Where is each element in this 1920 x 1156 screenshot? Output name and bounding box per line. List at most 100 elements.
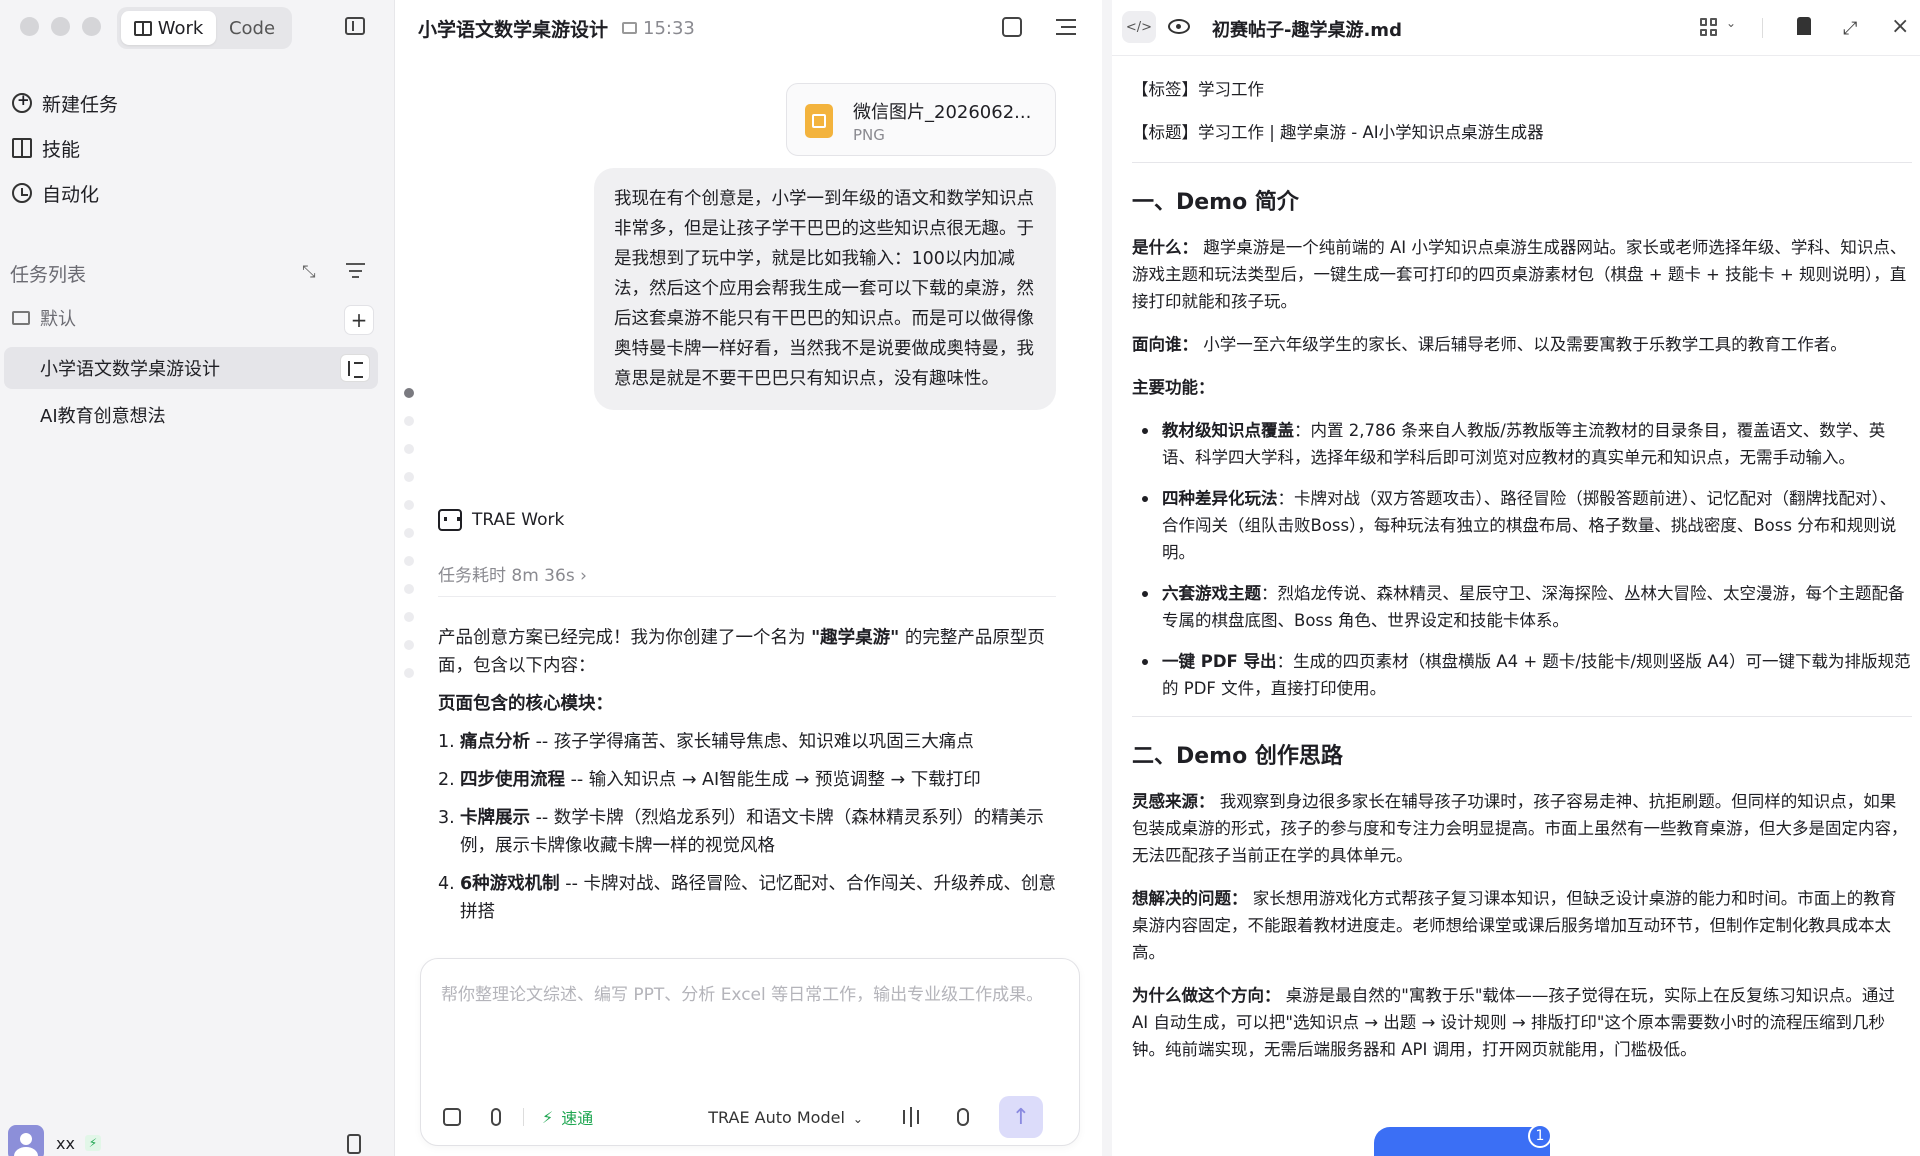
code-view-button[interactable]: </>: [1122, 11, 1156, 43]
slash-command-icon[interactable]: [443, 1108, 461, 1126]
chat-title: 小学语文数学桌游设计: [418, 18, 609, 41]
task-item[interactable]: AI教育创意想法: [4, 394, 378, 436]
sidebar: Work Code 新建任务 技能 自动化 任务列表 ⤡ 默认 + 小学语文数学…: [0, 0, 395, 1156]
filter-icon[interactable]: [346, 263, 365, 279]
user-profile[interactable]: xx ⚡: [8, 1125, 101, 1156]
divider: [438, 596, 1056, 597]
nav-new-task-label: 新建任务: [42, 93, 119, 116]
attachment-name: 微信图片_2026062...: [853, 102, 1032, 123]
timeline-dot[interactable]: [404, 472, 414, 482]
send-button[interactable]: ↑: [998, 1096, 1043, 1138]
timeline-dot[interactable]: [404, 444, 414, 454]
clock-icon: [12, 183, 32, 203]
message-composer[interactable]: 帮你整理论文综述、编写 PPT、分析 Excel 等日常工作，输出专业级工作成果…: [420, 958, 1080, 1146]
divider: [1132, 716, 1912, 717]
folder-icon: [622, 22, 638, 34]
document-header: </> 初赛帖子-趣学桌游.md ⌄ ⤢ ×: [1112, 0, 1920, 56]
timeline-dot[interactable]: [404, 528, 414, 538]
window-controls: [20, 17, 101, 36]
zoom-window-button[interactable]: [82, 17, 101, 36]
answer-intro: 产品创意方案已经完成！我为你创建了一个名为 "趣学桌游" 的完整产品原型页面，包…: [438, 624, 1058, 680]
timeline-dot[interactable]: [404, 388, 414, 398]
bolt-icon: ⚡: [84, 1135, 101, 1151]
assistant-message: 产品创意方案已经完成！我为你创建了一个名为 "趣学桌游" 的完整产品原型页面，包…: [438, 624, 1058, 930]
folder-default[interactable]: 默认: [12, 305, 76, 331]
code-mode-label: Code: [228, 17, 276, 39]
nav-automation[interactable]: 自动化: [12, 175, 99, 211]
code-mode-button[interactable]: Code: [216, 11, 288, 45]
task-item-active[interactable]: 小学语文数学桌游设计: [4, 347, 378, 389]
pin-icon[interactable]: [1797, 17, 1811, 35]
device-icon[interactable]: [347, 1134, 361, 1154]
list-number: 3.: [438, 808, 455, 828]
mode-toggle: Work Code: [117, 7, 292, 49]
timeline-dot[interactable]: [404, 416, 414, 426]
avatar: [8, 1125, 44, 1156]
features-label: 主要功能：: [1132, 374, 1912, 401]
feature-title: 教材级知识点覆盖: [1162, 421, 1294, 440]
attachment-card[interactable]: 微信图片_2026062... PNG: [786, 83, 1056, 156]
task-outline-icon[interactable]: [340, 354, 370, 382]
composer-placeholder[interactable]: 帮你整理论文综述、编写 PPT、分析 Excel 等日常工作，输出专业级工作成果…: [441, 981, 1051, 1009]
modules-heading: 页面包含的核心模块：: [438, 690, 1058, 718]
list-number: 2.: [438, 770, 455, 790]
close-window-button[interactable]: [20, 17, 39, 36]
work-mode-button[interactable]: Work: [121, 11, 216, 45]
add-task-button[interactable]: +: [344, 305, 374, 335]
paragraph-inspiration: 灵感来源： 我观察到身边很多家长在辅导孩子功课时，孩子容易走神、抗拒刷题。但同样…: [1132, 788, 1912, 869]
nav-skills[interactable]: 技能: [12, 130, 80, 166]
chevron-down-icon: ⌄: [852, 1111, 863, 1126]
trae-logo-icon: [438, 509, 462, 531]
timeline-dot[interactable]: [404, 668, 414, 678]
timeline-dot[interactable]: [404, 640, 414, 650]
chevron-down-icon[interactable]: ⌄: [1726, 16, 1736, 30]
new-task-icon: [12, 91, 32, 113]
timeline-dot[interactable]: [404, 556, 414, 566]
speed-mode-button[interactable]: ⚡ 速通: [542, 1105, 593, 1129]
attach-icon[interactable]: [491, 1108, 501, 1126]
para-label: 面向谁：: [1132, 335, 1198, 354]
floating-action-button[interactable]: [1374, 1127, 1550, 1156]
layout-grid-icon[interactable]: [1700, 18, 1718, 36]
nav-skills-label: 技能: [42, 138, 81, 161]
list-item: 教材级知识点覆盖：内置 2,786 条来自人教版/苏教版等主流教材的目录条目，覆…: [1142, 417, 1912, 471]
list-item-title: 痛点分析: [460, 732, 530, 752]
preview-eye-icon[interactable]: [1168, 19, 1190, 34]
microphone-icon[interactable]: [956, 1108, 969, 1126]
list-item-title: 卡牌展示: [460, 808, 530, 828]
para-label: 灵感来源：: [1132, 792, 1215, 811]
timeline-dot[interactable]: [404, 612, 414, 622]
task-duration-toggle[interactable]: 任务耗时 8m 36s ›: [438, 561, 587, 586]
nav-new-task[interactable]: 新建任务: [12, 85, 118, 121]
close-icon[interactable]: ×: [1891, 14, 1909, 39]
task-item-label: AI教育创意想法: [40, 406, 166, 427]
nav-automation-label: 自动化: [42, 183, 100, 206]
list-item-text: -- 数学卡牌（烈焰龙系列）和语文卡牌（森林精灵系列）的精美示例，展示卡牌像收藏…: [460, 808, 1044, 856]
expand-icon[interactable]: ⤢: [1843, 18, 1857, 39]
modules-heading-text: 页面包含的核心模块：: [438, 694, 613, 714]
attachment-type: PNG: [853, 126, 885, 144]
title-line: 【标题】学习工作 | 趣学桌游 - AI小学知识点桌游生成器: [1132, 123, 1544, 142]
divider: [1132, 162, 1912, 163]
message-timeline: [404, 388, 414, 696]
document-pane: </> 初赛帖子-趣学桌游.md ⌄ ⤢ × 【标签】学习工作 【标题】学习工作…: [1112, 0, 1920, 1156]
paragraph-why: 为什么做这个方向： 桌游是最自然的"寓教于乐"载体——孩子觉得在玩，实际上在反复…: [1132, 982, 1912, 1063]
folder-default-label: 默认: [40, 309, 76, 330]
slash-command-icon[interactable]: [1002, 17, 1022, 37]
divider: [523, 1108, 524, 1126]
model-selector[interactable]: TRAE Auto Model ⌄: [708, 1108, 863, 1127]
timeline-dot[interactable]: [404, 500, 414, 510]
voice-wave-icon[interactable]: [902, 1107, 919, 1127]
sidebar-toggle-icon[interactable]: [345, 17, 365, 35]
minimize-window-button[interactable]: [51, 17, 70, 36]
list-item-text: -- 孩子学得痛苦、家长辅导焦虑、知识难以巩固三大痛点: [530, 732, 974, 752]
collapse-icon[interactable]: ⤡: [302, 262, 316, 282]
timeline-dot[interactable]: [404, 584, 414, 594]
agent-header: TRAE Work: [438, 509, 564, 531]
list-number: 1.: [438, 732, 455, 752]
document-body: 【标签】学习工作 【标题】学习工作 | 趣学桌游 - AI小学知识点桌游生成器 …: [1132, 76, 1912, 1156]
para-label: 为什么做这个方向：: [1132, 986, 1281, 1005]
pane-divider[interactable]: [1102, 0, 1112, 1156]
outline-icon[interactable]: [1056, 19, 1076, 35]
agent-name: TRAE Work: [472, 510, 565, 530]
